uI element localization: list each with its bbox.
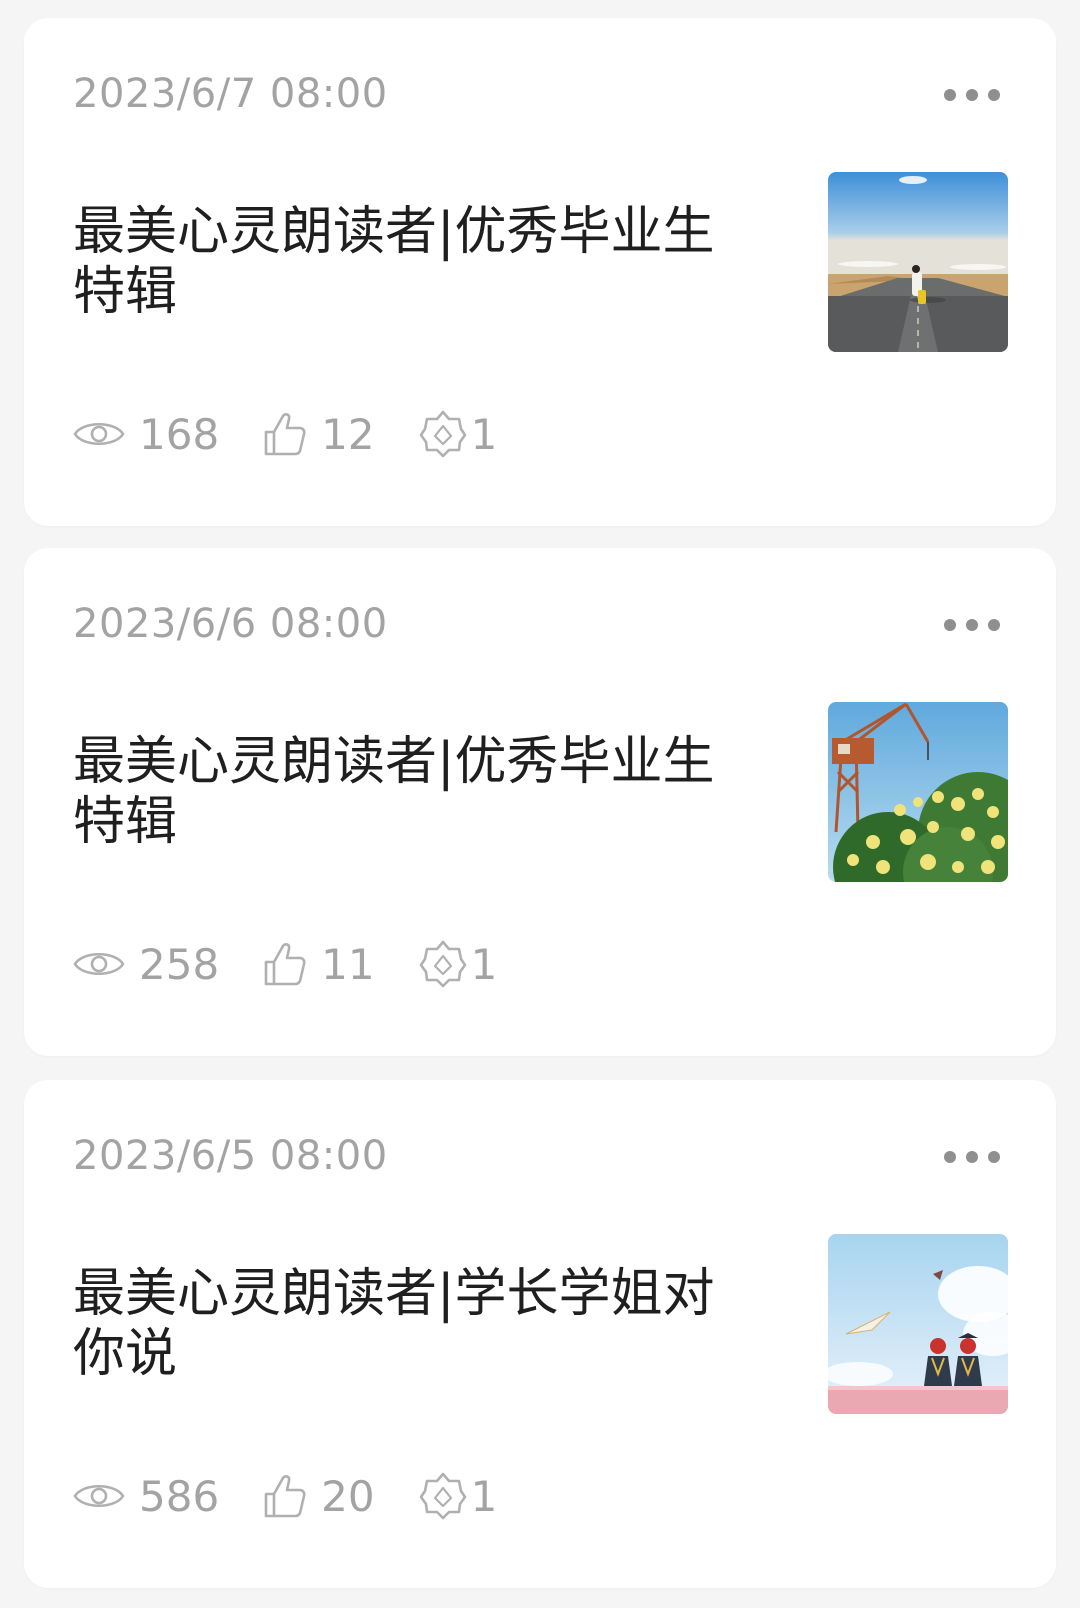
post-stats: 586 20 1: [73, 1466, 541, 1526]
crane-roses-image: [828, 702, 1008, 882]
thumbs-up-icon: [264, 943, 306, 986]
share-badge-icon: [419, 940, 466, 988]
post-date: 2023/6/5 08:00: [73, 1133, 388, 1179]
views-count: 258: [139, 939, 220, 989]
eye-icon: [73, 422, 125, 446]
more-options-icon[interactable]: [944, 1150, 1000, 1164]
shares-count: 1: [470, 939, 498, 989]
post-thumbnail[interactable]: [828, 172, 1008, 352]
post-stats: 168 12 1: [73, 404, 541, 464]
post-stats: 258 11 1: [73, 934, 541, 994]
post-card[interactable]: 2023/6/5 08:00 最美心灵朗读者|学长学姐对你说 586 20 1: [24, 1080, 1056, 1588]
desert-road-image: [828, 172, 1008, 352]
post-title[interactable]: 最美心灵朗读者|学长学姐对你说: [73, 1264, 763, 1384]
more-options-icon[interactable]: [944, 618, 1000, 632]
post-card[interactable]: 2023/6/6 08:00 最美心灵朗读者|优秀毕业生特辑 258 11 1: [24, 548, 1056, 1056]
post-date: 2023/6/7 08:00: [73, 71, 388, 117]
shares-count: 1: [470, 409, 498, 459]
likes-count: 20: [321, 1471, 375, 1521]
post-feed: 2023/6/7 08:00 最美心灵朗读者|优秀毕业生特辑 168 12 1 …: [0, 0, 1080, 1608]
likes-count: 12: [321, 409, 375, 459]
post-thumbnail[interactable]: [828, 1234, 1008, 1414]
post-date: 2023/6/6 08:00: [73, 601, 388, 647]
thumbs-up-icon: [264, 413, 306, 456]
post-card[interactable]: 2023/6/7 08:00 最美心灵朗读者|优秀毕业生特辑 168 12 1: [24, 18, 1056, 526]
views-stat[interactable]: 586: [73, 1472, 219, 1521]
views-count: 586: [139, 1471, 220, 1521]
likes-stat[interactable]: 11: [263, 939, 375, 989]
post-thumbnail[interactable]: [828, 702, 1008, 882]
shares-stat[interactable]: 1: [419, 409, 498, 459]
post-title[interactable]: 最美心灵朗读者|优秀毕业生特辑: [73, 732, 763, 852]
shares-stat[interactable]: 1: [419, 939, 498, 989]
likes-count: 11: [321, 939, 375, 989]
views-count: 168: [139, 409, 220, 459]
more-options-icon[interactable]: [944, 88, 1000, 102]
thumbs-up-icon: [264, 1475, 306, 1518]
shares-count: 1: [470, 1471, 498, 1521]
post-title[interactable]: 最美心灵朗读者|优秀毕业生特辑: [73, 202, 763, 322]
likes-stat[interactable]: 12: [263, 409, 375, 459]
eye-icon: [73, 1484, 125, 1508]
share-badge-icon: [419, 410, 466, 458]
likes-stat[interactable]: 20: [263, 1471, 375, 1521]
share-badge-icon: [419, 1472, 466, 1520]
graduates-illustration-image: [828, 1234, 1008, 1414]
views-stat[interactable]: 168: [73, 410, 219, 459]
eye-icon: [73, 952, 125, 976]
shares-stat[interactable]: 1: [419, 1471, 498, 1521]
views-stat[interactable]: 258: [73, 940, 219, 989]
